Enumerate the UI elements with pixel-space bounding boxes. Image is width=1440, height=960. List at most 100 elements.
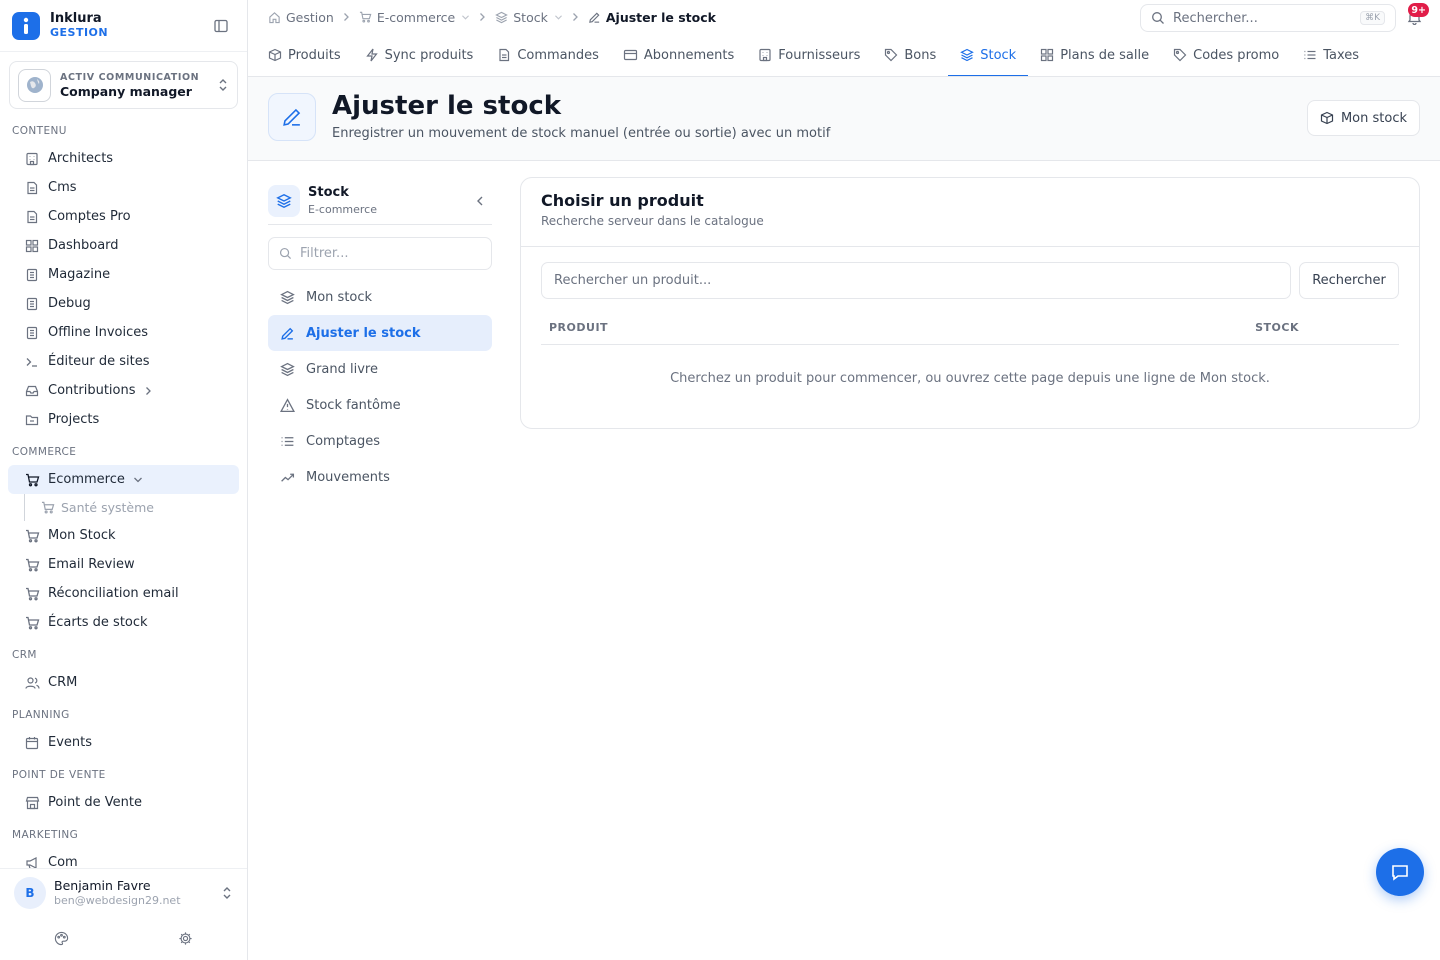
brand-name: Inklura — [50, 10, 102, 26]
company-role: Company manager — [60, 84, 192, 99]
breadcrumb-label: Ajuster le stock — [605, 9, 716, 25]
chevron-right-icon — [479, 12, 486, 22]
topbar: Gestion E-commerce Stock Ajuster le stoc… — [248, 0, 1440, 34]
chevron-right-icon — [343, 12, 350, 22]
subnav-filter-input[interactable]: Filtrer... — [268, 237, 492, 270]
chevron-down-icon — [554, 14, 563, 21]
sidebar-item-magazine[interactable]: Magazine — [8, 260, 239, 289]
sidebar-item-contributions[interactable]: Contributions — [8, 376, 239, 405]
card-title: Choisir un produit — [541, 191, 704, 210]
subnav-item-label: Ajuster le stock — [306, 325, 421, 341]
sidebar-item-ecarts-de-stock[interactable]: Écarts de stock — [8, 608, 239, 637]
store-icon — [24, 795, 40, 811]
subnav-item-grand-livre[interactable]: Grand livre — [268, 351, 492, 387]
card-subtitle: Recherche serveur dans le catalogue — [541, 214, 764, 228]
sidebar-item-events[interactable]: Events — [8, 728, 239, 757]
chat-button[interactable] — [1376, 848, 1424, 896]
sidebar: Inklura GESTION ACTIV COMMUNICATION Comp… — [0, 0, 248, 960]
terminal-icon — [24, 354, 40, 370]
home-icon — [268, 11, 281, 24]
cart-icon — [24, 615, 40, 631]
sidebar-item-com[interactable]: Com — [8, 848, 239, 868]
button-label: Mon stock — [1340, 110, 1407, 126]
card-icon — [623, 48, 638, 62]
sidebar-item-label: Magazine — [48, 267, 111, 282]
mon-stock-button[interactable]: Mon stock — [1306, 100, 1420, 136]
sidebar-item-label: CRM — [48, 675, 78, 690]
palette-icon[interactable] — [54, 931, 69, 946]
sidebar-item-debug[interactable]: Debug — [8, 289, 239, 318]
sidebar-item-point-de-vente[interactable]: Point de Vente — [8, 788, 239, 817]
tab-label: Bons — [904, 47, 937, 63]
subnav-item-label: Grand livre — [306, 361, 378, 377]
sidebar-item-cms[interactable]: Cms — [8, 173, 239, 202]
cart-icon — [24, 586, 40, 602]
sidebar-item-crm[interactable]: CRM — [8, 668, 239, 697]
tab-label: Produits — [288, 47, 341, 63]
sidebar-item-label: Point de Vente — [48, 795, 143, 810]
tab-produits[interactable]: Produits — [256, 34, 353, 76]
tab-abonnements[interactable]: Abonnements — [611, 34, 746, 76]
tab-codes-promo[interactable]: Codes promo — [1161, 34, 1291, 76]
sidebar-item-label: Events — [48, 735, 93, 750]
chevron-down-icon — [461, 14, 470, 21]
search-button[interactable]: Rechercher — [1299, 262, 1399, 299]
breadcrumb-gestion[interactable]: Gestion — [268, 10, 334, 25]
subnav-item-mon-stock[interactable]: Mon stock — [268, 279, 492, 315]
tab-plans-de-salle[interactable]: Plans de salle — [1028, 34, 1161, 76]
sidebar-item-label: Email Review — [48, 557, 135, 572]
sidebar-subitem-sante-systeme[interactable]: Santé système — [24, 494, 247, 521]
sidebar-toggle-icon[interactable] — [213, 18, 229, 34]
layers-icon — [495, 11, 509, 24]
section-point-de-vente: POINT DE VENTE — [12, 769, 106, 781]
sidebar-item-ecommerce[interactable]: Ecommerce — [8, 465, 239, 494]
tab-sync-produits[interactable]: Sync produits — [353, 34, 486, 76]
warning-icon — [280, 397, 296, 413]
subnav-subtitle: E-commerce — [308, 202, 377, 216]
subnav-item-ajuster-le-stock[interactable]: Ajuster le stock — [268, 315, 492, 351]
sidebar-item-label: Comptes Pro — [48, 209, 131, 224]
cart-icon — [24, 528, 40, 544]
user-email: ben@webdesign29.net — [54, 893, 181, 907]
users-icon — [24, 675, 40, 691]
stock-subnav: Stock E-commerce Filtrer... Mon stock Aj… — [268, 177, 492, 495]
chevron-left-icon[interactable] — [476, 195, 484, 207]
section-planning: PLANNING — [12, 709, 70, 721]
global-search[interactable]: Rechercher... ⌘K — [1140, 4, 1396, 32]
tab-fournisseurs[interactable]: Fournisseurs — [746, 34, 872, 76]
sidebar-item-dashboard[interactable]: Dashboard — [8, 231, 239, 260]
subnav-item-comptages[interactable]: Comptages — [268, 423, 492, 459]
sidebar-item-projects[interactable]: Projects — [8, 405, 239, 434]
section-commerce: COMMERCE — [12, 446, 77, 458]
user-menu[interactable]: B Benjamin Favre ben@webdesign29.net — [0, 868, 247, 916]
inbox-icon — [24, 383, 40, 399]
tab-taxes[interactable]: Taxes — [1291, 34, 1371, 76]
sidebar-footer — [0, 916, 247, 960]
sidebar-item-reconciliation-email[interactable]: Réconciliation email — [8, 579, 239, 608]
sidebar-item-mon-stock[interactable]: Mon Stock — [8, 521, 239, 550]
breadcrumb-label: Stock — [513, 9, 548, 25]
column-header-produit[interactable]: PRODUIT — [549, 321, 608, 334]
pencil-icon — [588, 11, 601, 24]
gear-icon[interactable] — [178, 931, 193, 946]
breadcrumb-stock[interactable]: Stock — [495, 10, 563, 25]
breadcrumb-label: E-commerce — [376, 9, 456, 25]
tab-stock[interactable]: Stock — [948, 34, 1029, 76]
breadcrumb-ecommerce[interactable]: E-commerce — [359, 10, 470, 25]
brand[interactable]: Inklura GESTION — [0, 0, 247, 52]
section-contenu: CONTENU — [12, 125, 67, 137]
sidebar-item-label: Debug — [48, 296, 91, 311]
tab-commandes[interactable]: Commandes — [485, 34, 611, 76]
sidebar-item-editeur-de-sites[interactable]: Éditeur de sites — [8, 347, 239, 376]
sidebar-item-comptes-pro[interactable]: Comptes Pro — [8, 202, 239, 231]
subnav-item-mouvements[interactable]: Mouvements — [268, 459, 492, 495]
subnav-item-stock-fantome[interactable]: Stock fantôme — [268, 387, 492, 423]
sidebar-item-architects[interactable]: Architects — [8, 144, 239, 173]
product-search-input[interactable]: Rechercher un produit... — [541, 262, 1291, 299]
sidebar-item-email-review[interactable]: Email Review — [8, 550, 239, 579]
company-switcher[interactable]: ACTIV COMMUNICATION Company manager — [9, 61, 238, 109]
tab-bons[interactable]: Bons — [872, 34, 948, 76]
sidebar-item-offline-invoices[interactable]: Offline Invoices — [8, 318, 239, 347]
cart-icon — [24, 472, 40, 488]
column-header-stock[interactable]: STOCK — [1255, 321, 1299, 334]
